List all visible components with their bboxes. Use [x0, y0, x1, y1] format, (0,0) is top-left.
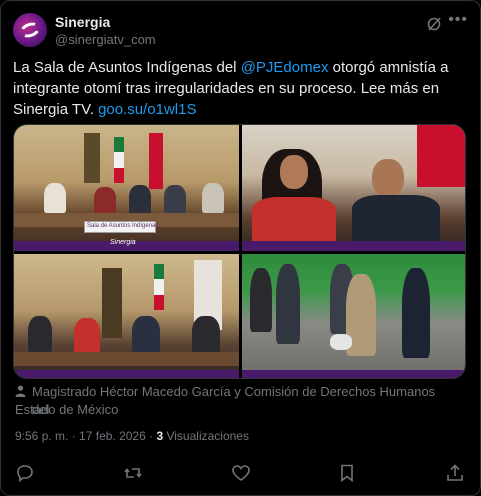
meta-separator: ·	[145, 429, 157, 443]
sign-text: Sala de Asuntos Indígenas	[87, 223, 159, 229]
person	[94, 187, 116, 215]
photo-1[interactable]: Sala de Asuntos Indígenas Sinergia	[14, 125, 239, 251]
bookmark-icon[interactable]	[337, 463, 357, 483]
person	[74, 318, 100, 354]
more-icon[interactable]: •••	[448, 11, 468, 29]
person	[129, 185, 151, 215]
share-icon[interactable]	[445, 463, 465, 483]
red-jacket	[252, 197, 336, 241]
photo-banner	[14, 370, 239, 378]
dark-suit	[352, 195, 440, 241]
person	[132, 316, 160, 354]
photo-3[interactable]	[14, 254, 239, 378]
views-label: Visualizaciones	[163, 429, 249, 443]
person	[192, 316, 220, 354]
action-bar	[1, 463, 480, 491]
watermark: Sinergia	[110, 239, 136, 246]
tweet-date[interactable]: 17 feb. 2026	[79, 429, 146, 443]
grok-icon[interactable]	[426, 16, 442, 32]
bag	[330, 334, 352, 350]
photo-banner	[242, 370, 465, 378]
red-flag	[149, 133, 163, 189]
mexico-flag	[114, 137, 124, 183]
person	[164, 185, 186, 215]
red-flag	[417, 125, 465, 187]
person	[28, 316, 52, 352]
table	[14, 352, 239, 366]
retweet-icon[interactable]	[123, 463, 143, 483]
photo-banner	[242, 241, 465, 251]
like-icon[interactable]	[231, 463, 251, 483]
person	[202, 183, 224, 213]
face	[280, 155, 308, 189]
article-link[interactable]: goo.su/o1wl1S	[98, 101, 196, 118]
person	[44, 183, 66, 213]
photo-2[interactable]	[242, 125, 465, 251]
reply-icon[interactable]	[15, 463, 35, 483]
tweet-text: La Sala de Asuntos Indígenas del @PJEdom…	[13, 57, 453, 120]
officer	[402, 268, 430, 358]
name-sign: Sala de Asuntos Indígenas	[84, 221, 159, 233]
media-grid: Sala de Asuntos Indígenas Sinergia	[13, 124, 466, 379]
tweet-card[interactable]: Sinergia @sinergiatv_com ••• La Sala de …	[0, 0, 481, 496]
statue	[84, 133, 100, 183]
person	[276, 264, 300, 344]
statue	[102, 268, 122, 338]
account-name[interactable]: Sinergia	[55, 14, 110, 30]
person	[250, 268, 272, 332]
face	[372, 159, 404, 197]
meta-separator: ·	[68, 429, 80, 443]
tweet-meta: 9:56 p. m. · 17 feb. 2026 · 3 Visualizac…	[15, 429, 249, 443]
mention-link[interactable]: @PJEdomex	[241, 59, 329, 76]
tweet-time[interactable]: 9:56 p. m.	[15, 429, 68, 443]
tweet-header: Sinergia @sinergiatv_com •••	[13, 11, 470, 49]
media-caption-line2[interactable]: Estado de México	[15, 401, 118, 419]
person-icon	[15, 385, 26, 397]
sinergia-logo-mark	[18, 20, 42, 40]
avatar[interactable]	[13, 13, 47, 47]
mexico-flag	[154, 264, 164, 310]
photo-4[interactable]	[242, 254, 465, 378]
tweet-text-start: La Sala de Asuntos Indígenas del	[13, 59, 241, 76]
account-handle[interactable]: @sinergiatv_com	[55, 32, 156, 47]
